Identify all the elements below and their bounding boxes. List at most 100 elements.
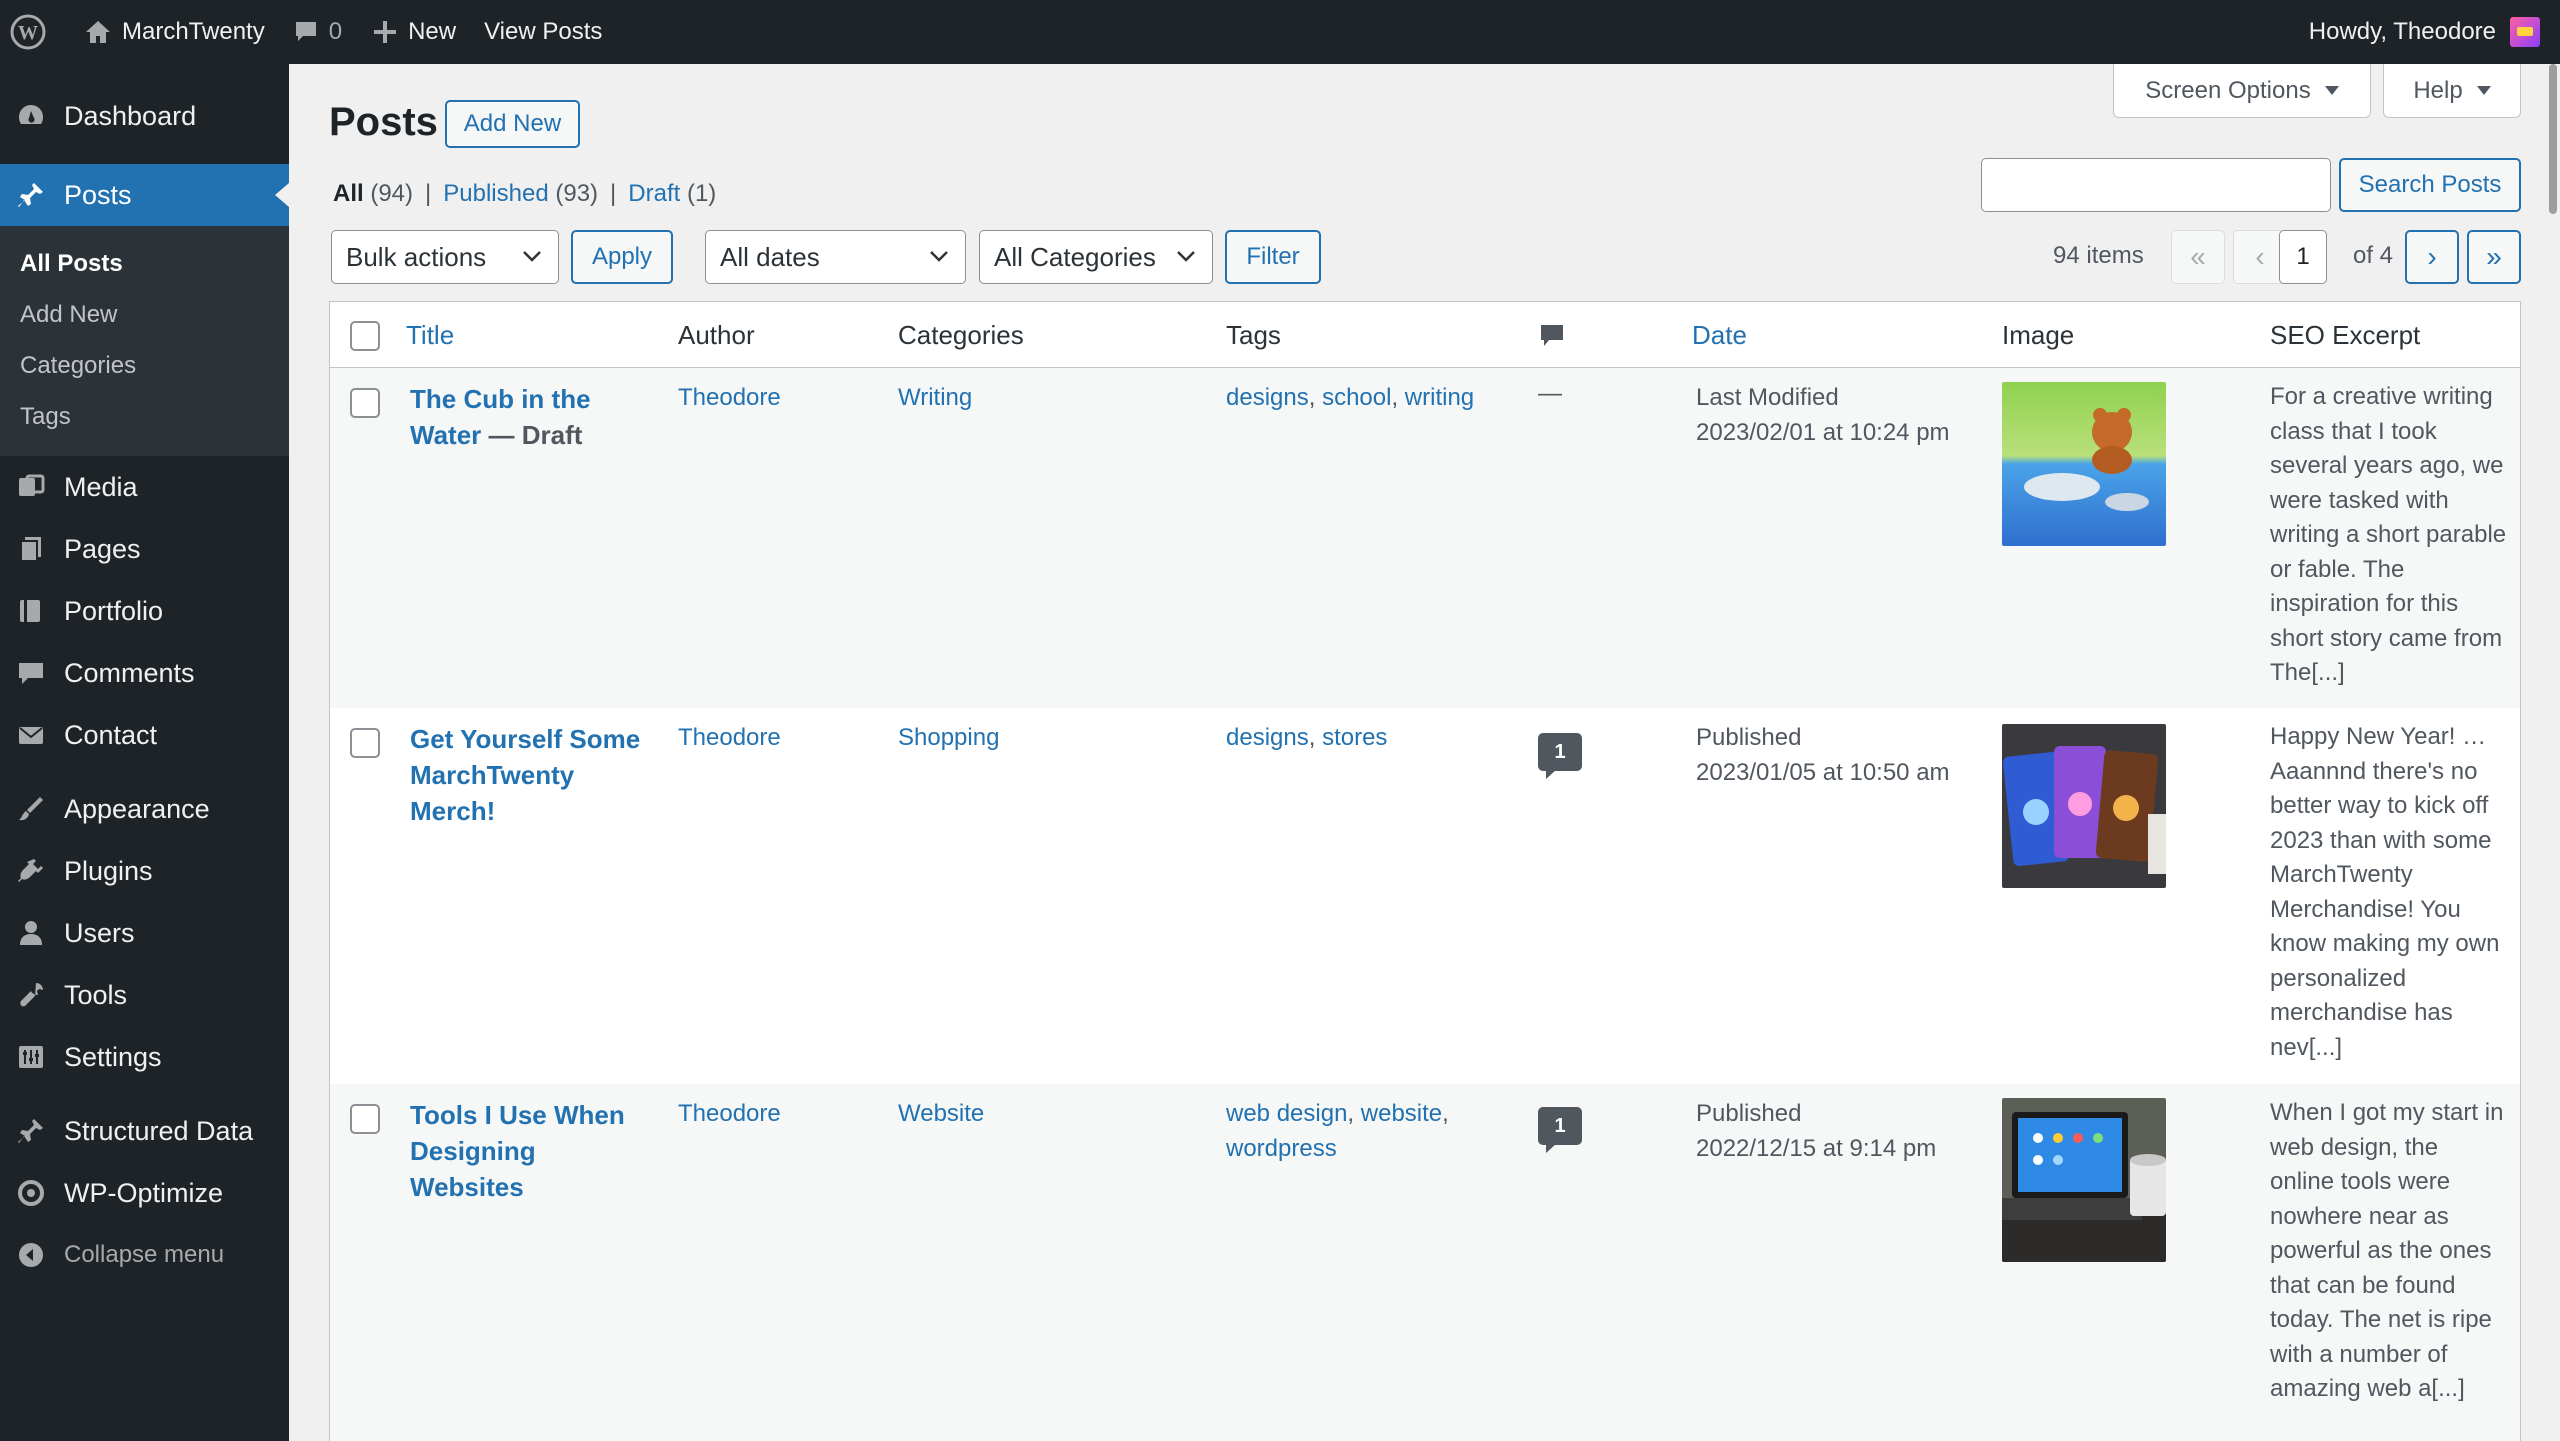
search-posts-button[interactable]: Search Posts [2339,158,2521,212]
seo-excerpt: When I got my start in web design, the o… [2270,1099,2504,1402]
submenu-tags[interactable]: Tags [0,391,289,442]
column-tags: Tags [1226,320,1281,350]
tag-link[interactable]: wordpress [1226,1135,1337,1162]
account-menu[interactable]: Howdy, Theodore [2297,0,2560,64]
search-input[interactable] [1981,158,2331,212]
next-page-button[interactable]: › [2405,230,2459,284]
submenu-add-new[interactable]: Add New [0,289,289,340]
sidebar-item-structured-data[interactable]: Structured Data [0,1100,289,1162]
post-category-link[interactable]: Writing [898,380,972,415]
post-thumbnail[interactable] [2002,724,2166,888]
tag-link[interactable]: stores [1322,724,1387,751]
user-icon [16,918,46,948]
filter-button[interactable]: Filter [1225,230,1321,284]
comments-column-icon[interactable] [1538,322,1566,350]
sidebar-item-contact[interactable]: Contact [0,704,289,766]
dates-select[interactable]: All dates [705,230,966,284]
scrollbar-thumb[interactable] [2549,64,2557,214]
sidebar-item-tools[interactable]: Tools [0,964,289,1026]
select-all-checkbox[interactable] [350,321,380,351]
tag-link[interactable]: web design [1226,1100,1347,1127]
post-title-line: Websites [410,1172,524,1202]
post-title-cell: The Cub in the Water — Draft [410,382,630,454]
view-posts-link[interactable]: View Posts [468,0,614,64]
posts-submenu: All Posts Add New Categories Tags [0,226,289,456]
post-author-link[interactable]: Theodore [678,1096,781,1131]
caret-down-icon [2476,86,2491,95]
page-scrollbar[interactable] [2546,64,2560,1441]
view-draft[interactable]: Draft (1) [628,180,716,208]
add-new-button[interactable]: Add New [445,100,580,148]
post-category-link[interactable]: Shopping [898,720,999,755]
sidebar-item-portfolio[interactable]: Portfolio [0,580,289,642]
row-checkbox[interactable] [350,728,380,758]
submenu-categories[interactable]: Categories [0,340,289,391]
sidebar-item-appearance[interactable]: Appearance [0,778,289,840]
post-title-link[interactable]: Get Yourself Some MarchTwenty Merch! [410,724,640,826]
screen-options-button[interactable]: Screen Options [2113,64,2371,118]
comment-count-bubble[interactable]: 1 [1538,733,1582,779]
collapse-menu-button[interactable]: Collapse menu [0,1224,289,1286]
post-thumbnail[interactable] [2002,382,2166,546]
post-category-link[interactable]: Website [898,1096,984,1131]
sidebar-item-dashboard[interactable]: Dashboard [0,86,289,146]
plug-icon [16,856,46,886]
apply-button[interactable]: Apply [571,230,673,284]
categories-select[interactable]: All Categories [979,230,1213,284]
sidebar-item-label: Plugins [64,855,153,886]
sidebar-item-posts[interactable]: Posts [0,164,289,226]
row-checkbox[interactable] [350,1104,380,1134]
sidebar-item-plugins[interactable]: Plugins [0,840,289,902]
bulk-actions-select[interactable]: Bulk actions [331,230,559,284]
view-all[interactable]: All (94) [333,180,413,208]
date-status: Last Modified [1696,384,1839,411]
pin-icon [16,180,46,210]
wordpress-logo-icon[interactable]: W [0,0,68,64]
sidebar-item-users[interactable]: Users [0,902,289,964]
svg-text:W: W [18,22,38,44]
comments-link[interactable]: 0 [277,0,354,64]
submenu-all-posts[interactable]: All Posts [0,238,289,289]
column-date[interactable]: Date [1692,320,1747,351]
tag-link[interactable]: website [1361,1100,1442,1127]
sidebar-item-settings[interactable]: Settings [0,1026,289,1088]
post-author-link[interactable]: Theodore [678,720,781,755]
post-tags: designs, stores [1226,724,1388,751]
view-published[interactable]: Published (93) [443,180,598,208]
current-page-input[interactable]: 1 [2279,230,2327,284]
date-status: Published [1696,724,1802,751]
post-thumbnail[interactable] [2002,1098,2166,1262]
column-title[interactable]: Title [406,320,454,351]
new-content-link[interactable]: New [354,0,468,64]
page-title: Posts [329,100,438,144]
separator: | [610,180,617,207]
help-button[interactable]: Help [2383,64,2521,118]
post-title-link[interactable]: Tools I Use When Designing Websites [410,1100,625,1202]
comments-count: 0 [328,18,343,45]
row-checkbox[interactable] [350,388,380,418]
post-date: Published 2023/01/05 at 10:50 am [1696,720,1950,790]
sidebar-item-label: Appearance [64,793,210,824]
first-page-button[interactable]: « [2171,230,2225,284]
tag-link[interactable]: school [1322,384,1391,411]
help-label: Help [2413,76,2463,104]
table-header: Title Author Categories Tags Date Image … [330,302,2520,368]
last-page-button[interactable]: » [2467,230,2521,284]
tag-link[interactable]: designs [1226,384,1309,411]
post-author-link[interactable]: Theodore [678,380,781,415]
tag-link[interactable]: designs [1226,724,1309,751]
tag-link[interactable]: writing [1405,384,1474,411]
column-author: Author [678,320,755,350]
sidebar-item-pages[interactable]: Pages [0,518,289,580]
new-label: New [408,18,457,45]
categories-value: All Categories [994,241,1156,272]
post-title-line: The Cub in the [410,384,591,414]
sidebar-item-media[interactable]: Media [0,456,289,518]
comment-count-bubble[interactable]: 1 [1538,1107,1582,1153]
sidebar-item-label: Media [64,471,138,502]
sidebar-item-wp-optimize[interactable]: WP-Optimize [0,1162,289,1224]
post-date: Last Modified 2023/02/01 at 10:24 pm [1696,380,1950,450]
sidebar-item-comments[interactable]: Comments [0,642,289,704]
site-name-link[interactable]: MarchTwenty [68,0,277,64]
portfolio-icon [16,596,46,626]
